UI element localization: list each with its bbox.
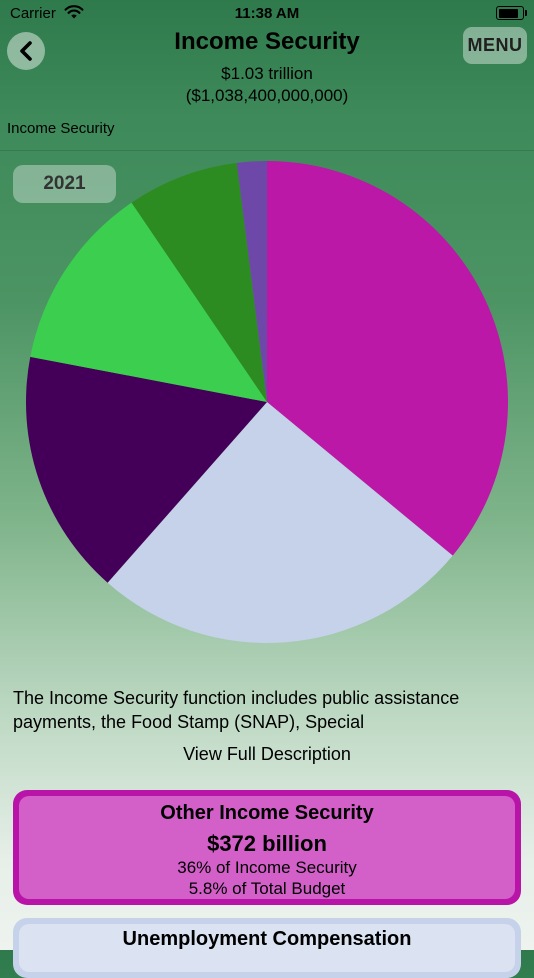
category-card-unemployment-compensation[interactable]: Unemployment Compensation [13,918,521,978]
year-selector[interactable]: 2021 [13,165,116,203]
card-value: $372 billion [207,831,327,856]
view-full-description-link[interactable]: View Full Description [0,744,534,765]
pie-chart[interactable] [0,0,534,660]
card-body: Other Income Security $372 billion 36% o… [19,796,515,899]
card-share-of-function: 36% of Income Security [177,858,357,877]
card-title: Other Income Security [160,802,374,824]
card-title: Unemployment Compensation [122,928,412,950]
category-card-other-income-security[interactable]: Other Income Security $372 billion 36% o… [13,790,521,905]
function-description: The Income Security function includes pu… [13,688,460,732]
card-share-of-budget: 5.8% of Total Budget [188,879,346,898]
card-body: Unemployment Compensation [19,924,515,972]
